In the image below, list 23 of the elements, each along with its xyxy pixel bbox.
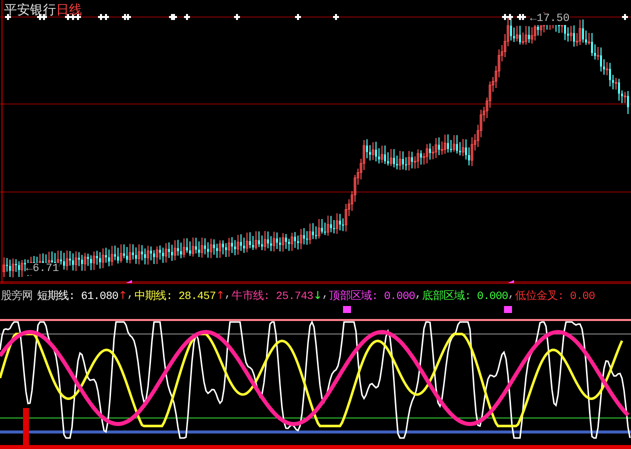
separator: , (414, 289, 422, 301)
separator: , (224, 289, 231, 301)
marker-square-icon (504, 306, 512, 313)
trend-arrow: ↓ (313, 288, 322, 302)
separator: , (127, 289, 134, 301)
indicator-name: 股旁网 (1, 288, 33, 302)
stock-name: 平安银行 (4, 2, 56, 19)
indicator-value: 顶部区域: 0.000 (329, 288, 415, 302)
marker-triangle-icon (126, 280, 132, 283)
marker-triangle-icon (508, 280, 514, 283)
indicator-value: 低位金叉: 0.00 (515, 289, 595, 302)
high-price-label: ←17.50 (530, 13, 570, 25)
low-price-label: ←6.71 (26, 263, 60, 275)
separator: , (322, 289, 328, 301)
chart-period: 日线 (56, 2, 82, 19)
marker-square-icon (343, 306, 351, 313)
indicator-value: 底部区域: 0.000 (422, 288, 508, 302)
trend-arrow: ↑ (118, 288, 128, 302)
indicator-value: 牛市线: 25.743 (232, 288, 314, 302)
indicator-value: 短期线: 61.080 (36, 289, 118, 302)
separator: , (508, 289, 514, 301)
indicator-value: 中期线: 28.457 (134, 289, 216, 302)
trend-arrow: ↑ (216, 288, 225, 302)
